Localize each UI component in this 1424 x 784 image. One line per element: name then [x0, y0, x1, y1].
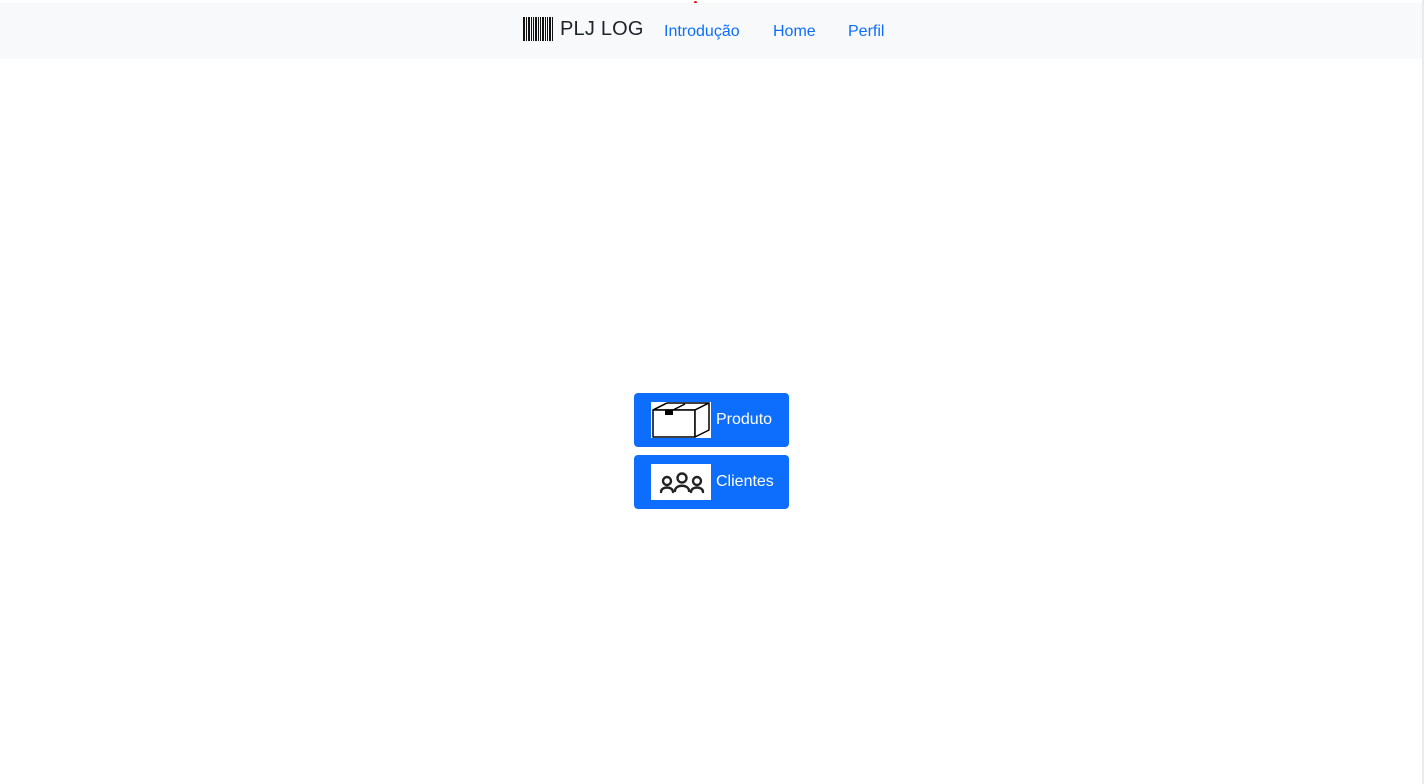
nav-link-introducao[interactable]: Introdução — [664, 21, 740, 43]
produto-label: Produto — [716, 411, 773, 428]
navbar: PLJ LOG Introdução Home Perfil — [0, 3, 1422, 59]
brand-link[interactable]: PLJ LOG — [523, 17, 644, 41]
page: PLJ LOG Introdução Home Perfil Produto C… — [0, 0, 1424, 784]
clientes-label: Clientes — [716, 473, 774, 490]
people-icon — [651, 464, 711, 500]
nav-link-home[interactable]: Home — [773, 21, 816, 43]
nav-link-perfil[interactable]: Perfil — [848, 21, 884, 43]
brand-title: PLJ LOG — [560, 18, 644, 40]
produto-button[interactable]: Produto — [634, 393, 789, 447]
clientes-button[interactable]: Clientes — [634, 455, 789, 509]
box-icon — [651, 402, 711, 438]
barcode-icon — [523, 17, 553, 41]
